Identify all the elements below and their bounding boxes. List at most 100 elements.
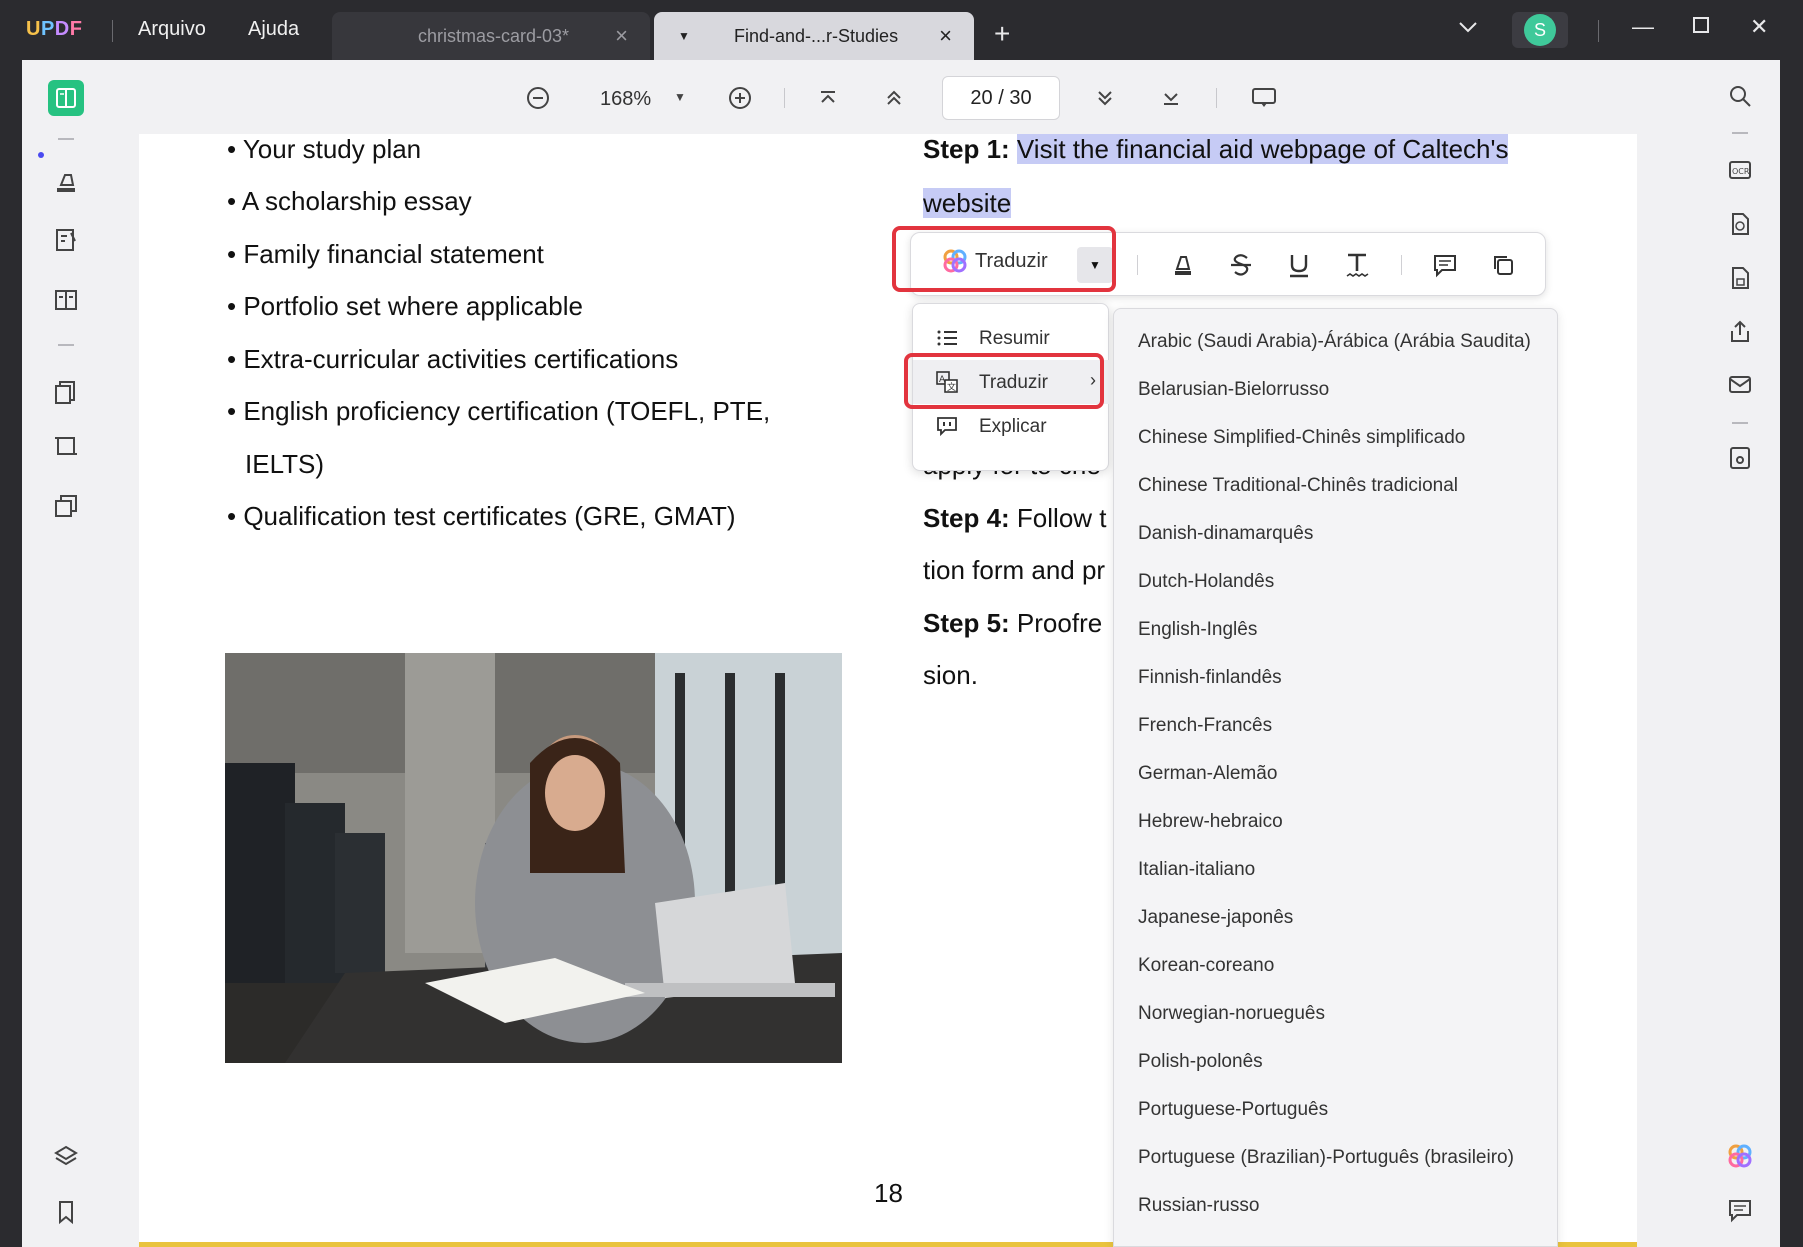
language-option[interactable]: Hebrew-hebraico <box>1138 811 1283 833</box>
convert-icon[interactable] <box>1724 208 1756 240</box>
bookmark-icon[interactable] <box>48 1194 84 1230</box>
copy-icon[interactable] <box>1487 249 1519 281</box>
language-option[interactable]: Chinese Traditional-Chinês tradicional <box>1138 475 1458 497</box>
first-page-icon[interactable] <box>812 82 844 114</box>
total-pages: 30 <box>1009 87 1032 109</box>
list-item: • Qualification test certificates (GRE, … <box>227 501 736 531</box>
previous-page-icon[interactable] <box>878 82 910 114</box>
zoom-dropdown-icon[interactable]: ▼ <box>674 90 686 104</box>
organize-pages-icon[interactable] <box>48 374 84 410</box>
highlight-icon[interactable] <box>1167 249 1199 281</box>
layers-icon[interactable] <box>48 1138 84 1174</box>
language-option[interactable]: Portuguese (Brazilian)-Português (brasil… <box>1138 1147 1514 1169</box>
email-icon[interactable] <box>1724 368 1756 400</box>
language-option[interactable]: Norwegian-norueguês <box>1138 1003 1325 1025</box>
toolbar-divider <box>1732 132 1748 134</box>
language-option[interactable]: Polish-polonês <box>1138 1051 1263 1073</box>
strikethrough-icon[interactable] <box>1225 249 1257 281</box>
zoom-out-icon[interactable] <box>522 82 554 114</box>
svg-text:OCR: OCR <box>1732 167 1750 176</box>
list-item: IELTS) <box>245 449 324 479</box>
tab-label: Find-and-...r-Studies <box>734 25 899 46</box>
toolbar-divider <box>784 88 785 108</box>
crop-icon[interactable] <box>48 428 84 464</box>
presentation-icon[interactable] <box>1248 82 1280 114</box>
menu-help[interactable]: Ajuda <box>248 18 299 41</box>
language-list: Arabic (Saudi Arabia)-Árábica (Arábia Sa… <box>1113 308 1558 1247</box>
list-icon <box>937 330 957 346</box>
user-avatar[interactable]: S <box>1512 12 1568 48</box>
updf-ai-icon[interactable] <box>1724 1140 1756 1172</box>
close-window-icon[interactable]: ✕ <box>1750 14 1768 40</box>
zoom-in-icon[interactable] <box>724 82 756 114</box>
step-1-line: Step 1: Visit the financial aid webpage … <box>923 134 1509 165</box>
language-option[interactable]: English-Inglês <box>1138 619 1257 641</box>
avatar-initial: S <box>1524 14 1556 46</box>
minimize-icon[interactable]: — <box>1632 14 1654 40</box>
language-option[interactable]: Finnish-finlandês <box>1138 667 1282 689</box>
explain-icon <box>937 417 957 437</box>
protect-icon[interactable] <box>1724 262 1756 294</box>
callout-translate-menu-item <box>904 353 1104 409</box>
last-page-icon[interactable] <box>1155 82 1187 114</box>
toolbar-divider <box>58 344 74 346</box>
tab-christmas-card[interactable]: christmas-card-03* × <box>332 12 650 60</box>
language-option[interactable]: Arabic (Saudi Arabia)-Árábica (Arábia Sa… <box>1138 331 1531 353</box>
title-bar: UPDF Arquivo Ajuda christmas-card-03* × … <box>0 0 1803 60</box>
toolbar-divider <box>1732 422 1748 424</box>
highlighted-text[interactable]: Visit the financial aid webpage of Calte… <box>1016 134 1509 164</box>
language-option[interactable]: German-Alemão <box>1138 763 1277 785</box>
page-number: 18 <box>874 1178 903 1208</box>
comment-list-icon[interactable] <box>1724 1194 1756 1226</box>
language-option[interactable]: Chinese Simplified-Chinês simplificado <box>1138 427 1465 449</box>
tab-find-and-studies[interactable]: ▼ Find-and-...r-Studies × <box>654 12 974 60</box>
language-option[interactable]: Italian-italiano <box>1138 859 1255 881</box>
view-toolbar: 168% ▼ 20 / 30 <box>500 74 1320 122</box>
toolbar-divider <box>1137 255 1138 275</box>
menu-item-explain[interactable]: Explicar <box>913 404 1110 448</box>
language-option[interactable]: Korean-coreano <box>1138 955 1274 977</box>
new-tab-icon[interactable]: + <box>994 18 1010 50</box>
close-icon[interactable]: × <box>615 23 628 49</box>
chevron-down-icon[interactable] <box>1458 20 1478 39</box>
body-line: tion form and pr <box>923 555 1106 585</box>
share-icon[interactable] <box>1724 316 1756 348</box>
tab-label: christmas-card-03* <box>418 25 570 46</box>
step-1-label: Step 1: <box>923 134 1010 164</box>
close-icon[interactable]: × <box>939 23 952 49</box>
language-option[interactable]: Belarusian-Bielorrusso <box>1138 379 1329 401</box>
zoom-level[interactable]: 168% <box>600 88 651 111</box>
current-page[interactable]: 20 <box>970 87 992 109</box>
title-divider <box>1598 20 1599 42</box>
maximize-icon[interactable] <box>1692 14 1710 40</box>
menu-item-label: Explicar <box>979 416 1047 437</box>
reader-mode-icon[interactable] <box>48 80 84 116</box>
menu-file[interactable]: Arquivo <box>138 18 206 41</box>
language-option[interactable]: Russian-russo <box>1138 1195 1259 1217</box>
highlighted-text[interactable]: website <box>923 188 1012 218</box>
save-icon[interactable] <box>1724 442 1756 474</box>
search-icon[interactable] <box>1724 80 1756 112</box>
comment-icon[interactable] <box>1429 249 1461 281</box>
tab-dropdown-icon[interactable]: ▼ <box>678 29 690 43</box>
next-page-icon[interactable] <box>1089 82 1121 114</box>
language-option[interactable]: French-Francês <box>1138 715 1272 737</box>
comment-highlighter-icon[interactable] <box>48 164 84 200</box>
form-icon[interactable] <box>48 282 84 318</box>
ocr-icon[interactable]: OCR <box>1724 154 1756 186</box>
language-option[interactable]: Danish-dinamarquês <box>1138 523 1313 545</box>
underline-icon[interactable] <box>1283 249 1315 281</box>
indicator-dot <box>38 152 44 158</box>
menu-item-label: Resumir <box>979 328 1050 349</box>
squiggly-text-icon[interactable] <box>1341 249 1373 281</box>
language-option[interactable]: Dutch-Holandês <box>1138 571 1274 593</box>
list-item: • Portfolio set where applicable <box>227 291 583 321</box>
stamp-tools-icon[interactable] <box>48 488 84 524</box>
step-5-text: Proofre <box>1016 608 1103 638</box>
language-option[interactable]: Japanese-japonês <box>1138 907 1293 929</box>
language-option[interactable]: Portuguese-Português <box>1138 1099 1328 1121</box>
left-toolbar <box>22 60 110 1247</box>
edit-pdf-icon[interactable] <box>48 222 84 258</box>
page-indicator[interactable]: 20 / 30 <box>942 76 1060 120</box>
list-item: • Your study plan <box>227 134 422 164</box>
